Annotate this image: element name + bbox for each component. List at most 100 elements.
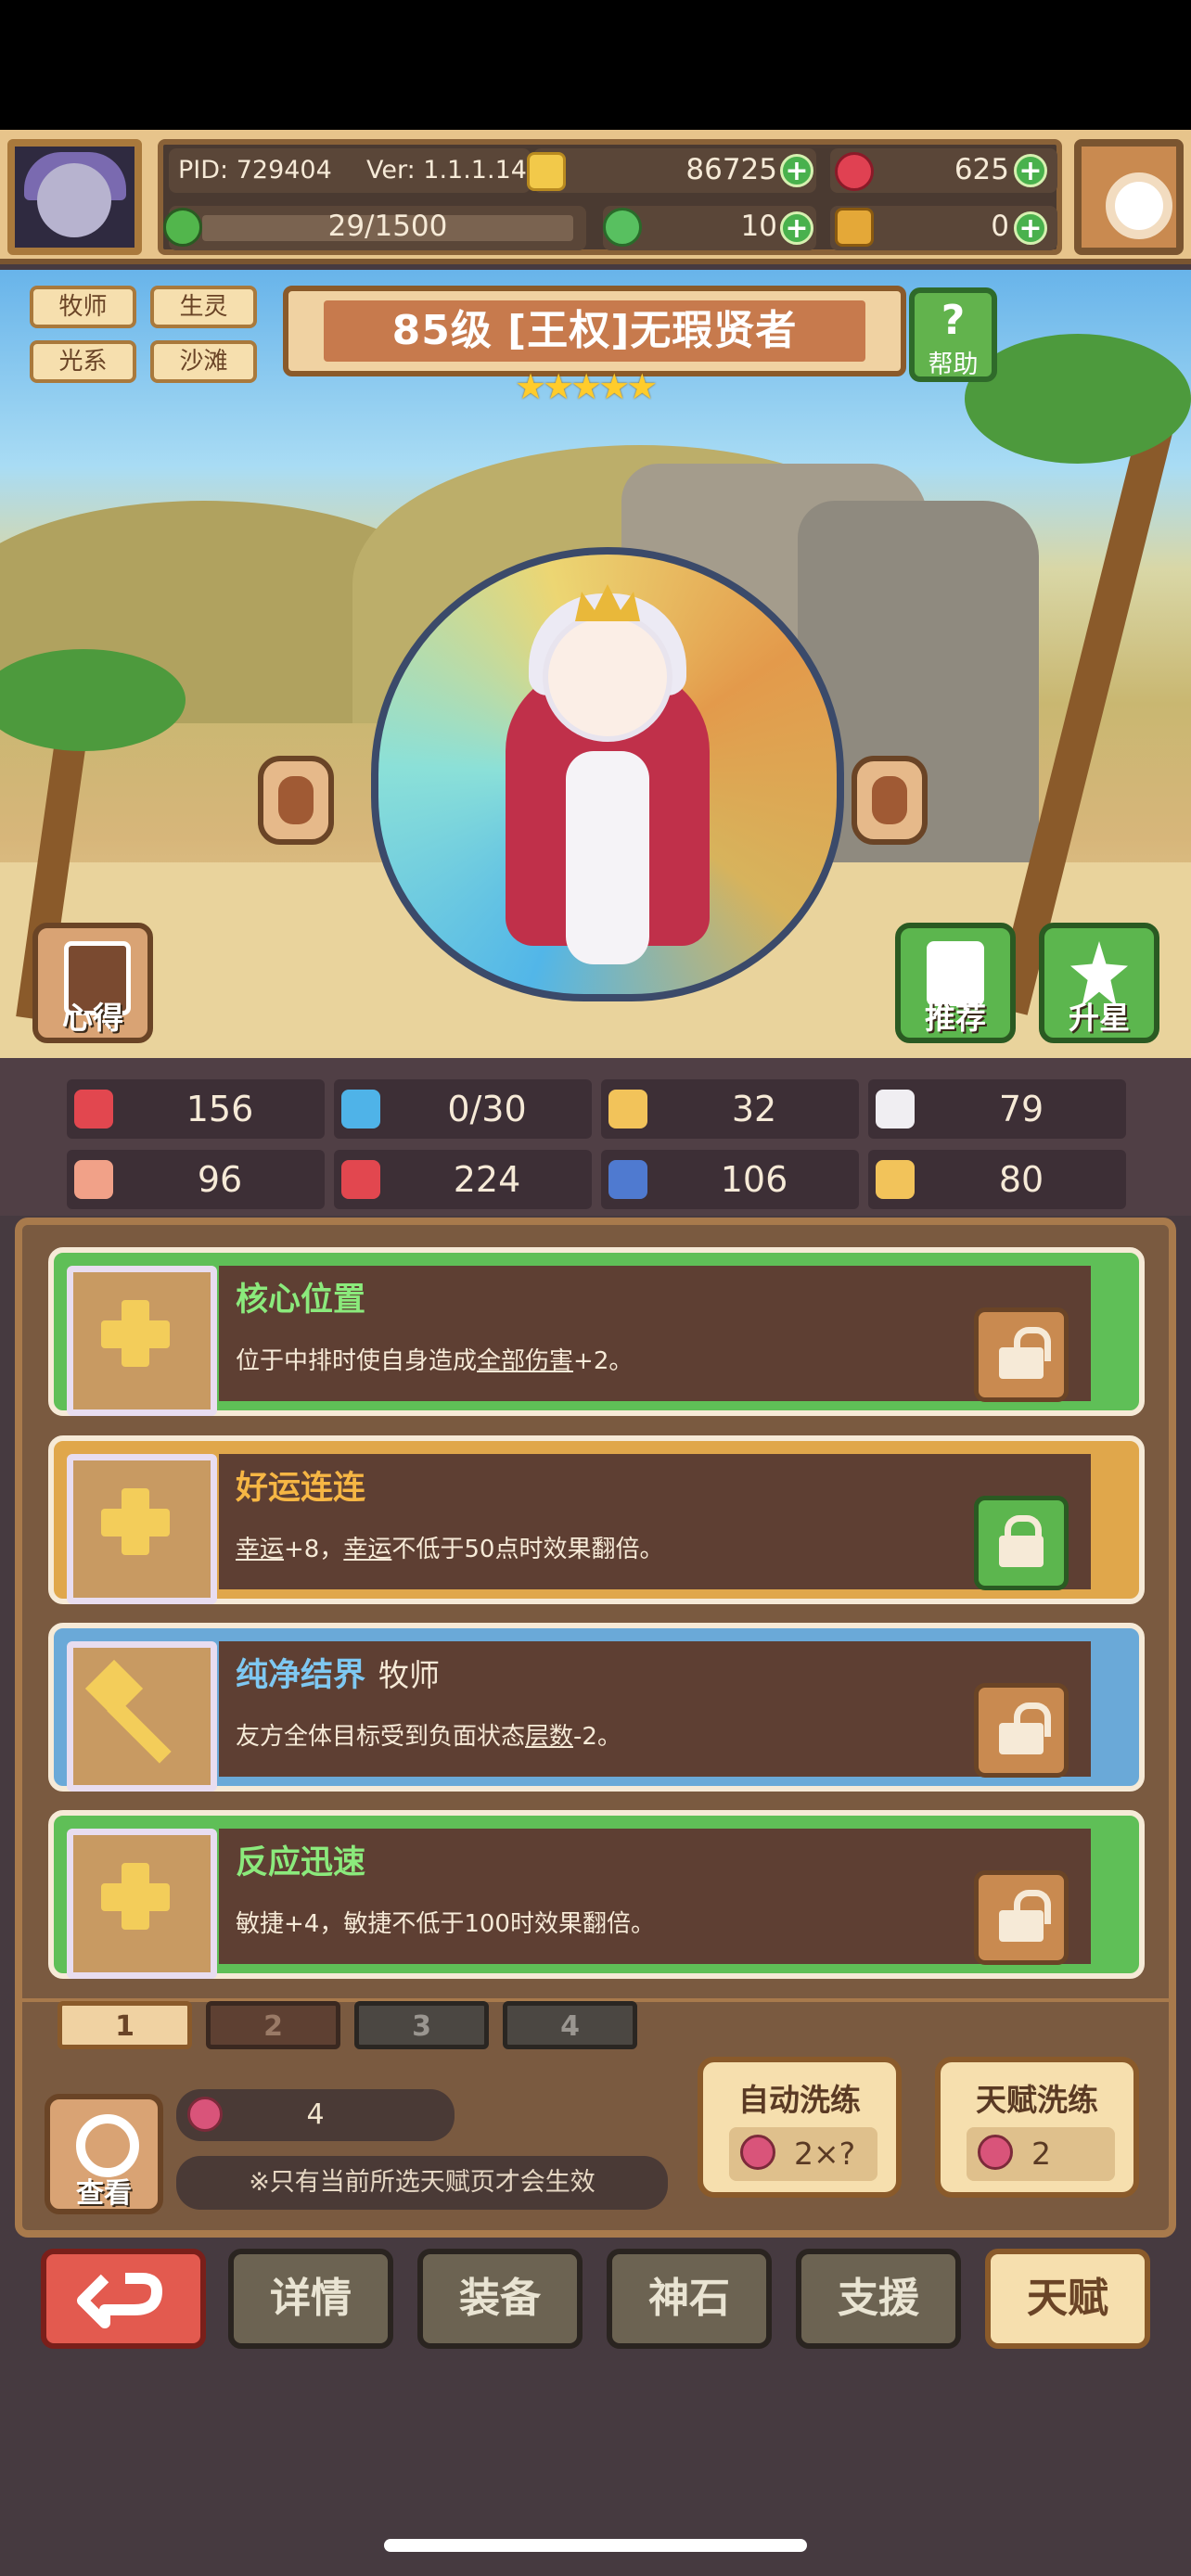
tag-element: 光系 <box>30 340 136 383</box>
prev-hero-button[interactable] <box>258 756 334 845</box>
settings-button[interactable] <box>1074 139 1184 255</box>
auto-wash-button[interactable]: 自动洗练 2×? <box>698 2057 902 2198</box>
back-arrow-icon <box>77 2273 162 2328</box>
gem-value: 625 <box>954 153 1009 186</box>
gem-icon <box>835 152 874 191</box>
talent-body: 纯净结界 牧师友方全体目标受到负面状态层数-2。 <box>219 1641 1091 1778</box>
talent-wash-cost-value: 2 <box>1031 2136 1051 2172</box>
hero-face[interactable] <box>543 612 672 742</box>
talent-name: 核心位置 <box>236 1273 365 1320</box>
stat-value: 79 <box>998 1089 1044 1129</box>
add-clover-button[interactable]: + <box>780 211 813 245</box>
hammer-icon <box>67 1641 217 1792</box>
unlock-icon[interactable] <box>974 1870 1069 1965</box>
talent-name-text: 好运连连 <box>236 1470 366 1507</box>
talent-card[interactable]: 反应迅速敏捷+4，敏捷不低于100时效果翻倍。 <box>48 1810 1145 1979</box>
talent-class: 牧师 <box>378 1657 441 1693</box>
stat-value: 0/30 <box>447 1089 527 1129</box>
nav-talent[interactable]: 天赋 <box>985 2249 1150 2349</box>
talent-page-tab-3[interactable]: 3 <box>354 2001 489 2049</box>
talent-card[interactable]: 好运连连 幸运+8，幸运不低于50点时效果翻倍。 <box>48 1435 1145 1604</box>
fruit-icon <box>187 2097 223 2132</box>
question-icon: ? <box>941 297 966 344</box>
help-button[interactable]: ? 帮助 <box>909 287 997 382</box>
talent-body: 好运连连 幸运+8，幸运不低于50点时效果翻倍。 <box>219 1454 1091 1590</box>
stat-box: 80 <box>868 1150 1126 1209</box>
stat-value: 80 <box>998 1159 1044 1200</box>
stat-value: 32 <box>731 1089 777 1129</box>
clover-value: 10 <box>740 210 777 243</box>
status-bar <box>0 0 1191 130</box>
player-avatar[interactable] <box>7 139 142 255</box>
view-label: 查看 <box>76 2177 132 2210</box>
ticket-icon <box>835 208 874 247</box>
unlock-icon[interactable] <box>974 1307 1069 1402</box>
tag-race: 生灵 <box>150 286 257 328</box>
talent-description: 友方全体目标受到负面状态层数-2。 <box>236 1717 621 1752</box>
nav-divine-stone[interactable]: 神石 <box>607 2249 772 2349</box>
cross-icon <box>67 1454 217 1604</box>
cross-icon <box>67 1266 217 1416</box>
nav-support[interactable]: 支援 <box>796 2249 961 2349</box>
talent-name: 纯净结界 牧师 <box>236 1649 440 1696</box>
add-coins-button[interactable]: + <box>780 154 813 187</box>
add-ticket-button[interactable]: + <box>1014 211 1047 245</box>
stat-box: 106 <box>601 1150 859 1209</box>
magnifier-icon <box>76 2114 139 2177</box>
hero-title-banner: 85级 [王权]无瑕贤者 <box>283 286 906 376</box>
keyword-link[interactable]: 幸运 <box>343 1536 391 1563</box>
stat-value: 224 <box>453 1159 521 1200</box>
tag-class: 牧师 <box>30 286 136 328</box>
notes-button[interactable]: 心得 <box>32 923 153 1043</box>
energy-value: 29/1500 <box>327 210 448 243</box>
lock-icon[interactable] <box>974 1496 1069 1590</box>
description-text: 敏捷+4，敏捷不低于100时效果翻倍。 <box>236 1910 655 1938</box>
add-gems-button[interactable]: + <box>1014 154 1047 187</box>
description-text: +8， <box>284 1536 344 1563</box>
talent-page-tab-1[interactable]: 1 <box>58 2001 192 2049</box>
talent-card[interactable]: 核心位置 位于中排时使自身造成全部伤害+2。 <box>48 1247 1145 1416</box>
talent-card[interactable]: 纯净结界 牧师友方全体目标受到负面状态层数-2。 <box>48 1623 1145 1792</box>
keyword-link[interactable]: 幸运 <box>236 1536 284 1563</box>
stat-box: 32 <box>601 1079 859 1139</box>
fruit-icon <box>978 2135 1013 2170</box>
talent-description: 敏捷+4，敏捷不低于100时效果翻倍。 <box>236 1905 655 1939</box>
description-text: 不低于50点时效果翻倍。 <box>391 1536 664 1563</box>
unlock-icon[interactable] <box>974 1683 1069 1778</box>
hero-title: 85级 [王权]无瑕贤者 <box>324 300 865 362</box>
recommend-button[interactable]: 推荐 <box>895 923 1016 1043</box>
auto-wash-cost: 2×? <box>729 2127 877 2181</box>
talent-name-text: 反应迅速 <box>236 1844 366 1881</box>
help-label: 帮助 <box>928 351 979 379</box>
wash-cost-bar: 4 <box>176 2089 455 2141</box>
coin-value: 86725 <box>685 153 777 186</box>
star-up-button[interactable]: 升星 <box>1039 923 1159 1043</box>
fist-icon <box>74 1160 113 1199</box>
view-button[interactable]: 查看 <box>45 2094 163 2214</box>
nav-details[interactable]: 详情 <box>228 2249 393 2349</box>
back-button[interactable] <box>41 2249 206 2349</box>
talent-wash-cost: 2 <box>967 2127 1115 2181</box>
tag-skin: 沙滩 <box>150 340 257 383</box>
stat-box: 0/30 <box>334 1079 592 1139</box>
nav-equipment[interactable]: 装备 <box>417 2249 583 2349</box>
talent-wash-button[interactable]: 天赋洗练 2 <box>935 2057 1139 2198</box>
home-indicator[interactable] <box>384 2539 807 2552</box>
talent-page-tab-4[interactable]: 4 <box>503 2001 637 2049</box>
avatar-face <box>37 163 111 237</box>
talent-body: 核心位置 位于中排时使自身造成全部伤害+2。 <box>219 1266 1091 1402</box>
hero-star-rating: ★★★★★ <box>515 366 658 407</box>
talent-wash-label: 天赋洗练 <box>976 2082 1098 2118</box>
talent-page-notice: ※只有当前所选天赋页才会生效 <box>176 2156 668 2210</box>
hero-legs <box>566 751 649 964</box>
description-text: -2。 <box>573 1723 621 1751</box>
next-hero-button[interactable] <box>852 756 928 845</box>
wash-cost-count: 4 <box>306 2098 325 2131</box>
stat-value: 106 <box>720 1159 788 1200</box>
talent-page-tab-2[interactable]: 2 <box>206 2001 340 2049</box>
clover-icon <box>603 208 642 247</box>
stat-box: 96 <box>67 1150 325 1209</box>
keyword-link[interactable]: 全部伤害 <box>477 1347 573 1375</box>
keyword-link[interactable]: 层数 <box>525 1723 573 1751</box>
heart-icon <box>74 1090 113 1129</box>
